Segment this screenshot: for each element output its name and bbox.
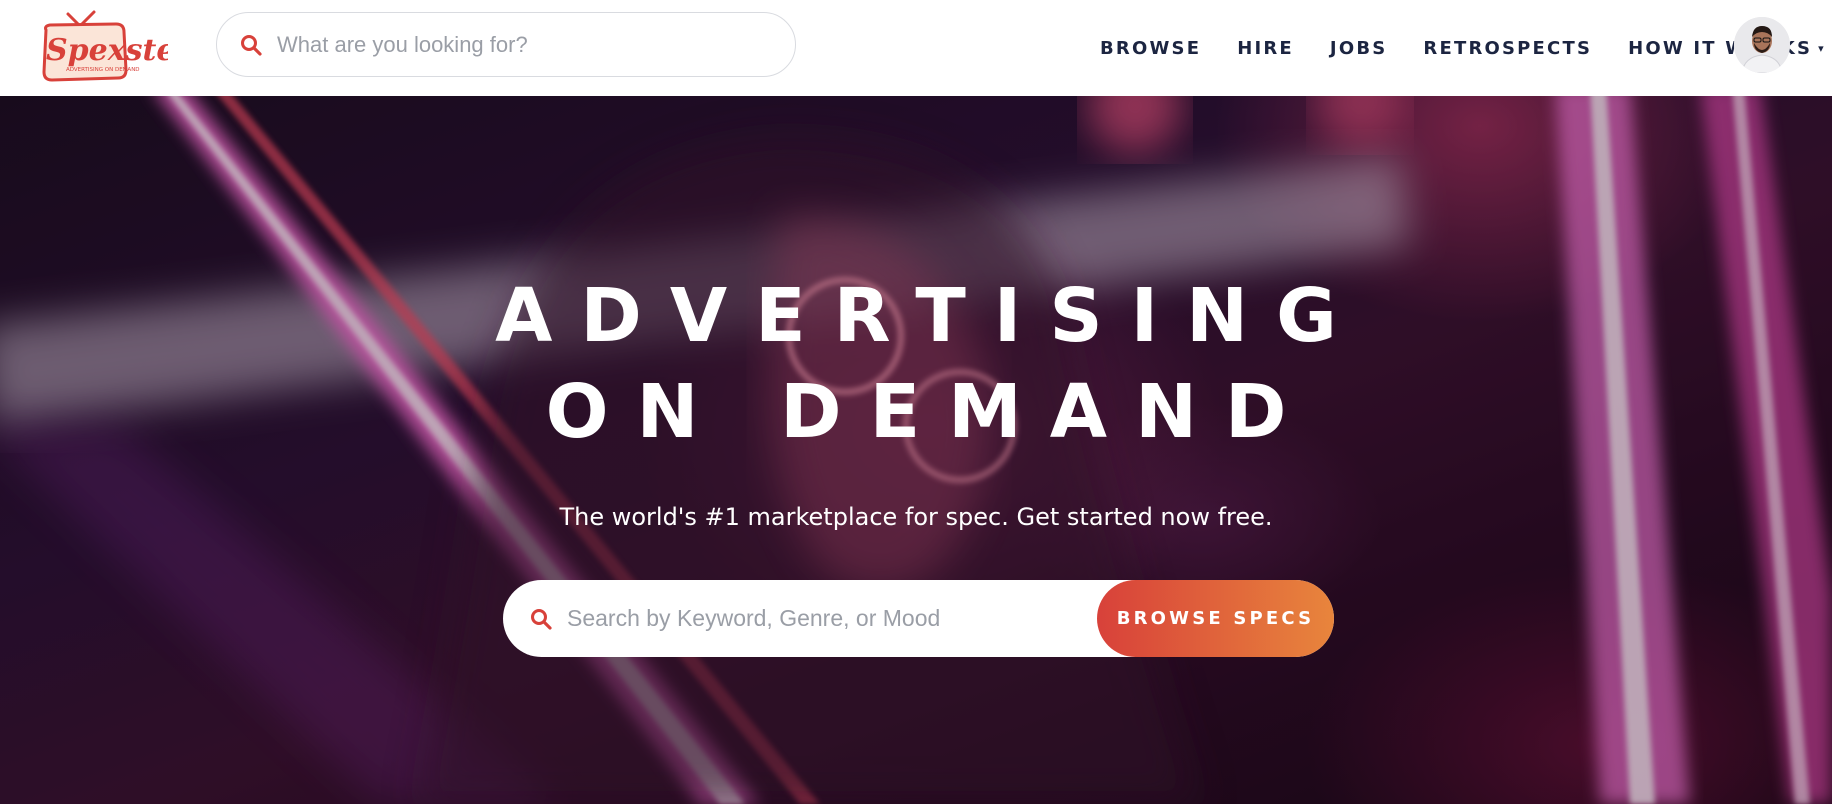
main-nav: BROWSE HIRE JOBS RETROSPECTS HOW IT WORK… [1100, 0, 1832, 96]
browse-specs-button[interactable]: BROWSE SPECS [1097, 580, 1334, 657]
nav-jobs[interactable]: JOBS [1330, 38, 1387, 59]
hero-title-line-2: ON DEMAND [545, 369, 1315, 455]
hero-search-bar[interactable]: BROWSE SPECS [503, 580, 1334, 657]
hero-title: ADVERTISING ON DEMAND [0, 268, 1832, 460]
nav-retrospects[interactable]: RETROSPECTS [1423, 38, 1592, 59]
site-header: Spexster ADVERTISING ON DEMAND BROWSE HI… [0, 0, 1832, 96]
hero-section: ADVERTISING ON DEMAND The world's #1 mar… [0, 96, 1832, 804]
nav-browse-label: BROWSE [1100, 37, 1202, 59]
search-icon [241, 34, 262, 56]
tv-logo-icon: Spexster ADVERTISING ON DEMAND [42, 10, 193, 82]
hero-search-input[interactable] [567, 605, 1097, 632]
nav-retrospects-label: RETROSPECTS [1423, 37, 1593, 59]
spexster-logo[interactable]: Spexster ADVERTISING ON DEMAND [38, 8, 193, 84]
nav-how-it-works[interactable]: HOW IT WORKS ▾ [1628, 38, 1826, 59]
header-search[interactable] [216, 12, 796, 77]
nav-browse[interactable]: BROWSE [1100, 38, 1201, 59]
search-icon [531, 608, 552, 630]
nav-hire-label: HIRE [1237, 37, 1294, 59]
user-avatar[interactable] [1734, 17, 1790, 73]
chevron-down-icon: ▾ [1818, 41, 1826, 55]
header-search-input[interactable] [277, 31, 757, 58]
svg-text:ADVERTISING ON DEMAND: ADVERTISING ON DEMAND [66, 67, 140, 73]
nav-hire[interactable]: HIRE [1237, 38, 1294, 59]
nav-jobs-label: JOBS [1329, 37, 1388, 59]
hero-subtitle: The world's #1 marketplace for spec. Get… [559, 503, 1273, 531]
svg-text:Spexster: Spexster [46, 33, 168, 68]
profile-photo-icon [1734, 17, 1790, 73]
hero-title-line-1: ADVERTISING [495, 273, 1365, 359]
